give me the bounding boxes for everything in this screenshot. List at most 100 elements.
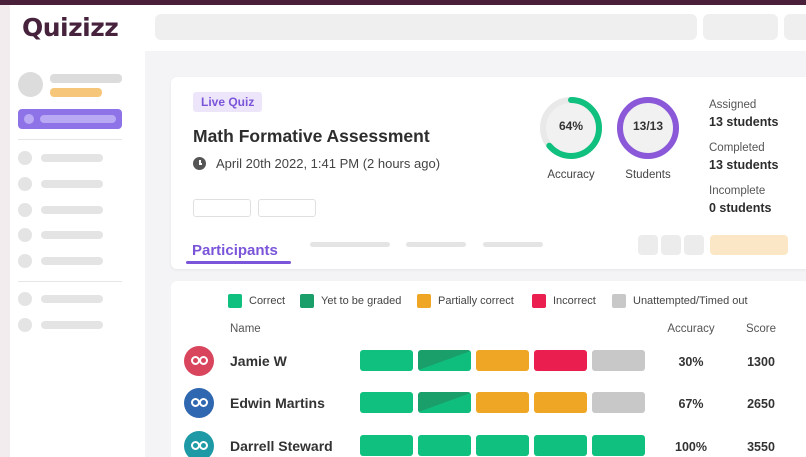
sidebar-item-icon [18,318,32,332]
tab-placeholder-3[interactable] [483,242,543,247]
completed-value: 13 students [709,158,779,172]
legend-swatch [417,294,431,308]
user-name-placeholder [50,74,122,83]
avatar-eye [199,398,208,407]
top-header: Quizizz [10,5,806,51]
legend-swatch [612,294,626,308]
avatar-eye [199,441,208,450]
legend-swatch [532,294,546,308]
tab-participants[interactable]: Participants [192,242,278,259]
answer-cell-correct[interactable] [592,435,645,456]
sidebar-item-label-placeholder [41,206,103,214]
sidebar-item-icon [24,114,34,124]
sidebar-item-placeholder[interactable] [18,203,122,217]
sidebar-item-active[interactable] [18,109,122,129]
incomplete-label: Incomplete [709,185,766,197]
sidebar [10,51,145,457]
participant-score: 2650 [747,397,775,411]
answer-cell-incorrect[interactable] [534,350,587,371]
legend-swatch [300,294,314,308]
legend-label: Yet to be graded [321,295,402,307]
participant-score: 3550 [747,440,775,454]
legend-label: Partially correct [438,295,514,307]
answer-cell-correct[interactable] [418,435,471,456]
sidebar-item-placeholder[interactable] [18,254,122,268]
quiz-title: Math Formative Assessment [193,126,430,146]
live-quiz-badge: Live Quiz [193,92,263,112]
active-tab-indicator [186,261,291,264]
column-header-score: Score [745,323,777,335]
answer-cell-correct[interactable] [360,350,413,371]
avatar-eye [199,356,208,365]
user-plan-placeholder [50,88,102,97]
column-header-name: Name [230,323,261,335]
sidebar-item-label-placeholder [41,180,103,188]
answer-cell-yet-to-be-graded[interactable] [418,350,471,371]
sidebar-item-label-placeholder [41,321,103,329]
participant-avatar [184,431,214,457]
answer-cell-unattempted[interactable] [592,392,645,413]
students-ring: 13/13 [615,95,681,161]
answer-cell-correct[interactable] [476,435,529,456]
participant-name[interactable]: Edwin Martins [230,395,325,411]
legend-swatch [228,294,242,308]
toolbar-icon-placeholder-2[interactable] [661,235,681,255]
answer-cell-partially-correct[interactable] [476,392,529,413]
sidebar-item-icon [18,177,32,191]
legend-label: Unattempted/Timed out [633,295,748,307]
participant-avatar [184,388,214,418]
toolbar-icon-placeholder[interactable] [638,235,658,255]
sidebar-item-placeholder[interactable] [18,177,122,191]
assigned-label: Assigned [709,99,757,111]
answer-cell-partially-correct[interactable] [476,350,529,371]
quiz-date: April 20th 2022, 1:41 PM (2 hours ago) [216,156,441,171]
header-button-placeholder-2[interactable] [784,14,806,40]
sidebar-item-label-placeholder [41,295,103,303]
students-value: 13/13 [632,119,664,133]
participant-row[interactable]: Darrell Steward 100% 3550 [171,431,806,457]
sidebar-item-icon [18,292,32,306]
sidebar-item-placeholder[interactable] [18,318,122,332]
action-button-placeholder[interactable] [193,199,251,217]
answer-cell-correct[interactable] [360,435,413,456]
participant-row[interactable]: Edwin Martins 67% 2650 [171,388,806,424]
column-header-accuracy: Accuracy [667,323,715,335]
participants-card: Correct Yet to be graded Partially correct… [171,281,806,457]
header-button-placeholder[interactable] [703,14,778,40]
participant-name[interactable]: Jamie W [230,353,287,369]
accuracy-label: Accuracy [547,169,595,181]
app-frame: Quizizz Live Quiz Math Formative Assessm… [10,5,806,457]
user-avatar-placeholder[interactable] [18,72,43,97]
assigned-value: 13 students [709,115,779,129]
participant-accuracy: 67% [678,397,704,411]
incomplete-value: 0 students [709,201,772,215]
participant-row[interactable]: Jamie W 30% 1300 [171,346,806,382]
sidebar-item-icon [18,228,32,242]
participant-avatar [184,346,214,376]
accuracy-ring: 64% [538,95,604,161]
answer-cell-unattempted[interactable] [592,350,645,371]
action-button-placeholder-2[interactable] [258,199,316,217]
sidebar-item-placeholder[interactable] [18,292,122,306]
sidebar-item-placeholder[interactable] [18,228,122,242]
sidebar-item-icon [18,151,32,165]
tab-placeholder-2[interactable] [406,242,466,247]
legend-label: Incorrect [553,295,596,307]
participant-score: 1300 [747,355,775,369]
students-label: Students [625,169,671,181]
sidebar-item-label-placeholder [41,231,103,239]
answer-cell-correct[interactable] [360,392,413,413]
answer-cell-partially-correct[interactable] [534,392,587,413]
accuracy-value: 64% [558,119,584,133]
answer-cell-correct[interactable] [534,435,587,456]
quizizz-logo[interactable]: Quizizz [22,13,119,42]
toolbar-icon-placeholder-3[interactable] [684,235,704,255]
sidebar-item-placeholder[interactable] [18,151,122,165]
toolbar-action-placeholder[interactable] [710,235,788,255]
search-bar-placeholder[interactable] [155,14,697,40]
answer-cell-yet-to-be-graded[interactable] [418,392,471,413]
sidebar-item-label-placeholder [41,154,103,162]
legend-label: Correct [249,295,286,307]
tab-placeholder[interactable] [310,242,390,247]
participant-name[interactable]: Darrell Steward [230,438,333,454]
